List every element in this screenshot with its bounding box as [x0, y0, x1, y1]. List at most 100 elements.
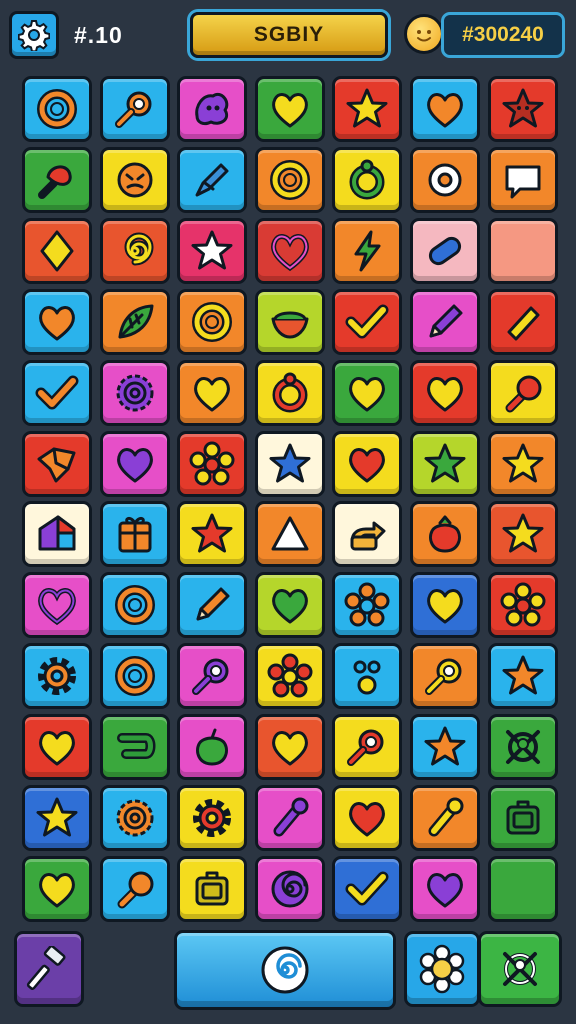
tile-star[interactable]	[332, 76, 402, 142]
tile-ring-bud[interactable]	[332, 147, 402, 213]
tile-heart[interactable]	[255, 714, 325, 780]
play-button[interactable]	[174, 930, 396, 1010]
tile-berry[interactable]	[410, 501, 480, 567]
tile-hook[interactable]	[100, 714, 170, 780]
tile-swirl[interactable]	[255, 856, 325, 922]
tile-heart[interactable]	[410, 360, 480, 426]
tile-blank[interactable]	[488, 856, 558, 922]
tile-box[interactable]	[488, 785, 558, 851]
tile-bone[interactable]	[410, 785, 480, 851]
tile-donut[interactable]	[410, 147, 480, 213]
tile-pin[interactable]	[22, 147, 92, 213]
apple-icon	[196, 728, 228, 766]
tile-heart-outline[interactable]	[22, 572, 92, 638]
tile-ring[interactable]	[22, 76, 92, 142]
tile-heart[interactable]	[22, 289, 92, 355]
tile-blank[interactable]	[488, 218, 558, 284]
tile-face[interactable]	[100, 147, 170, 213]
tile-spiral[interactable]	[100, 218, 170, 284]
tile-heart[interactable]	[410, 856, 480, 922]
tile-star[interactable]	[177, 501, 247, 567]
tile-check[interactable]	[332, 289, 402, 355]
ring-icon	[115, 585, 155, 625]
tile-magnifier[interactable]	[177, 643, 247, 709]
target-icon	[503, 952, 537, 986]
tile-magnifier[interactable]	[332, 714, 402, 780]
tile-gift[interactable]	[100, 501, 170, 567]
tile-magnifier[interactable]	[100, 76, 170, 142]
tile-heart-outline[interactable]	[255, 218, 325, 284]
flower-icon	[344, 582, 390, 627]
tile-box[interactable]	[177, 856, 247, 922]
tile-speech[interactable]	[488, 147, 558, 213]
tile-leaf[interactable]	[100, 289, 170, 355]
blank-icon	[500, 228, 546, 274]
tile-heart[interactable]	[22, 856, 92, 922]
tile-ring[interactable]	[177, 289, 247, 355]
tile-pill[interactable]	[410, 218, 480, 284]
tile-sun[interactable]	[100, 785, 170, 851]
tile-pen[interactable]	[177, 147, 247, 213]
tile-flower[interactable]	[255, 643, 325, 709]
tile-heart[interactable]	[410, 76, 480, 142]
tile-magnifier[interactable]	[410, 643, 480, 709]
tile-heart[interactable]	[255, 572, 325, 638]
tile-ring[interactable]	[100, 572, 170, 638]
star-icon	[191, 513, 233, 553]
tile-bar[interactable]	[488, 289, 558, 355]
ring-icon	[192, 302, 232, 342]
tile-gear[interactable]	[22, 643, 92, 709]
target-booster-button[interactable]	[478, 931, 562, 1007]
tile-pencil[interactable]	[410, 289, 480, 355]
tile-heart[interactable]	[22, 714, 92, 780]
blob-icon	[195, 93, 229, 126]
tile-lollipop[interactable]	[488, 360, 558, 426]
tile-target[interactable]	[488, 714, 558, 780]
tile-gear[interactable]	[177, 785, 247, 851]
tile-ring[interactable]	[100, 643, 170, 709]
tile-star[interactable]	[255, 431, 325, 497]
tile-check[interactable]	[332, 856, 402, 922]
heart-icon	[349, 802, 385, 837]
tile-donut-bud[interactable]	[255, 360, 325, 426]
tile-heart[interactable]	[100, 431, 170, 497]
tile-triangle[interactable]	[255, 501, 325, 567]
tile-arrow-box[interactable]	[332, 501, 402, 567]
settings-button[interactable]	[9, 11, 59, 59]
tile-lollipop[interactable]	[100, 856, 170, 922]
tile-bowl[interactable]	[255, 289, 325, 355]
tile-bolt[interactable]	[332, 218, 402, 284]
score-display: #300240	[441, 12, 565, 58]
tile-heart[interactable]	[332, 785, 402, 851]
tile-heart[interactable]	[177, 360, 247, 426]
tile-diamond[interactable]	[22, 218, 92, 284]
tile-star[interactable]	[410, 431, 480, 497]
tile-flower[interactable]	[488, 572, 558, 638]
tile-heart[interactable]	[255, 76, 325, 142]
tile-blob[interactable]	[177, 76, 247, 142]
box-icon	[195, 871, 229, 906]
tile-flower[interactable]	[177, 431, 247, 497]
tile-star[interactable]	[488, 643, 558, 709]
tile-house[interactable]	[22, 501, 92, 567]
tile-bone[interactable]	[255, 785, 325, 851]
tile-sun[interactable]	[100, 360, 170, 426]
tile-flower[interactable]	[332, 572, 402, 638]
tile-check[interactable]	[22, 360, 92, 426]
tile-star[interactable]	[488, 431, 558, 497]
tile-dots[interactable]	[332, 643, 402, 709]
hammer-button[interactable]	[14, 931, 84, 1007]
tile-shard[interactable]	[22, 431, 92, 497]
tile-star[interactable]	[488, 501, 558, 567]
tile-apple[interactable]	[177, 714, 247, 780]
tile-star[interactable]	[410, 714, 480, 780]
tile-heart[interactable]	[332, 360, 402, 426]
tile-star[interactable]	[177, 218, 247, 284]
flower-booster-button[interactable]	[404, 931, 480, 1007]
tile-pencil[interactable]	[177, 572, 247, 638]
tile-heart[interactable]	[332, 431, 402, 497]
tile-ring[interactable]	[255, 147, 325, 213]
tile-star[interactable]	[22, 785, 92, 851]
tile-heart[interactable]	[410, 572, 480, 638]
tile-star-face[interactable]	[488, 76, 558, 142]
